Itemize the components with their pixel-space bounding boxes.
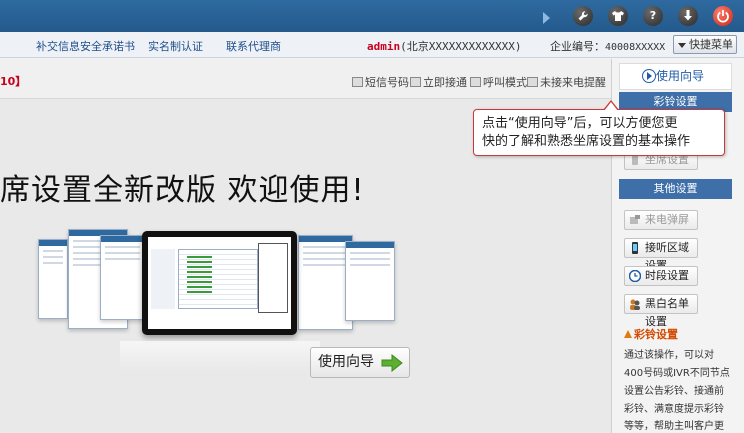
sidebar-usage-guide-label: 使用向导: [656, 69, 705, 83]
clock-icon: [629, 270, 641, 282]
call-mode-link[interactable]: 呼叫模式: [470, 74, 527, 90]
company-code: 40008XXXXX: [605, 42, 666, 53]
popup-icon: [630, 215, 640, 224]
usage-guide-tooltip: 点击“使用向导”后，可以方便您更 快的了解和熟悉坐席设置的基本操作: [473, 100, 725, 156]
mini-screen: [100, 235, 145, 320]
call-mode-icon: [470, 77, 481, 87]
blacklist-whitelist-button[interactable]: 黑白名单设置: [624, 294, 698, 328]
wrench-icon[interactable]: [573, 6, 593, 26]
color-ring-desc-line: 400号码或IVR不同节点: [624, 368, 730, 379]
users-icon: [630, 299, 640, 310]
quick-menu-label: 快捷菜单: [689, 38, 733, 51]
screen-reflection: [120, 341, 320, 371]
tooltip-line: 快的了解和熟悉坐席设置的基本操作: [482, 134, 691, 149]
tooltip-caret: [603, 100, 619, 111]
color-ring-title: 彩铃设置: [624, 326, 678, 342]
connect-now-link[interactable]: 立即接通: [410, 74, 467, 90]
missed-call-reminder-link[interactable]: 未接来电提醒: [527, 74, 606, 90]
color-ring-title-text: 彩铃设置: [634, 328, 678, 341]
time-period-label: 时段设置: [645, 269, 689, 282]
sms-number-label: 短信号码: [365, 76, 409, 89]
shirt-icon[interactable]: [608, 6, 628, 26]
help-icon[interactable]: ?: [643, 6, 663, 26]
nav-link-contact-agent[interactable]: 联系代理商: [226, 38, 281, 54]
company-id: 企业编号：40008XXXXX: [550, 38, 665, 54]
sidebar-usage-guide[interactable]: 使用向导: [619, 63, 732, 90]
connect-icon: [410, 77, 421, 87]
tooltip-line: 点击“使用向导”后，可以方便您更: [482, 116, 678, 131]
screen-table: [178, 249, 258, 309]
arrow-right-icon: [381, 354, 403, 372]
connect-now-label: 立即接通: [423, 76, 467, 89]
power-icon[interactable]: [713, 6, 733, 26]
usage-guide-button-label: 使用向导: [318, 354, 374, 370]
call-mode-label: 呼叫模式: [483, 76, 527, 89]
nav-link-security-pledge[interactable]: 补交信息安全承诺书: [36, 38, 135, 54]
missed-call-icon: [527, 77, 538, 87]
chevron-down-icon: [678, 42, 686, 48]
top-bar: ?: [0, 0, 744, 32]
header-bracket-text: 10】: [0, 75, 27, 88]
welcome-headline: 席设置全新改版 欢迎使用!: [0, 173, 365, 208]
download-icon[interactable]: [678, 6, 698, 26]
usage-guide-button[interactable]: 使用向导: [310, 347, 410, 378]
nav-bar: 补交信息安全承诺书 实名制认证 联系代理商 admin(北京XXXXXXXXXX…: [0, 32, 744, 58]
color-ring-desc-line: 设置公告彩铃、接通前: [624, 386, 724, 397]
screen-popup: [258, 243, 288, 313]
color-ring-desc-line: 彩铃、满意度提示彩铃: [624, 404, 724, 415]
section-other-header[interactable]: 其他设置: [619, 179, 732, 199]
mini-screen: [345, 241, 395, 321]
mini-screen: [38, 239, 68, 319]
bell-icon: [624, 330, 632, 338]
incoming-popup-button[interactable]: 来电弹屏: [624, 210, 698, 230]
main-header: 10】 短信号码 立即接通 呼叫模式 未接来电提醒: [0, 59, 611, 99]
quick-menu-dropdown[interactable]: 快捷菜单: [673, 35, 737, 54]
play-icon: [642, 69, 656, 83]
missed-call-label: 未接来电提醒: [540, 76, 606, 89]
incoming-popup-label: 来电弹屏: [645, 213, 689, 226]
admin-region: (北京XXXXXXXXXXXXX): [400, 40, 522, 53]
nav-link-realname-auth[interactable]: 实名制认证: [148, 38, 203, 54]
time-period-button[interactable]: 时段设置: [624, 266, 698, 286]
color-ring-desc-line: 等等，帮助主叫客户更: [624, 421, 724, 432]
color-ring-desc-line: 通过该操作，可以对: [624, 350, 714, 361]
sms-number-link[interactable]: 短信号码: [352, 74, 409, 90]
sms-icon: [352, 77, 363, 87]
phone-icon: [632, 242, 638, 254]
admin-info: admin(北京XXXXXXXXXXXXX): [367, 38, 521, 54]
collapse-arrow-icon[interactable]: [543, 12, 550, 24]
admin-name: admin: [367, 40, 401, 53]
answer-region-button[interactable]: 接听区域设置: [624, 238, 698, 272]
monitor-screen: [142, 231, 297, 335]
company-label: 企业编号：: [550, 40, 605, 53]
screen-sidebar: [151, 249, 175, 309]
